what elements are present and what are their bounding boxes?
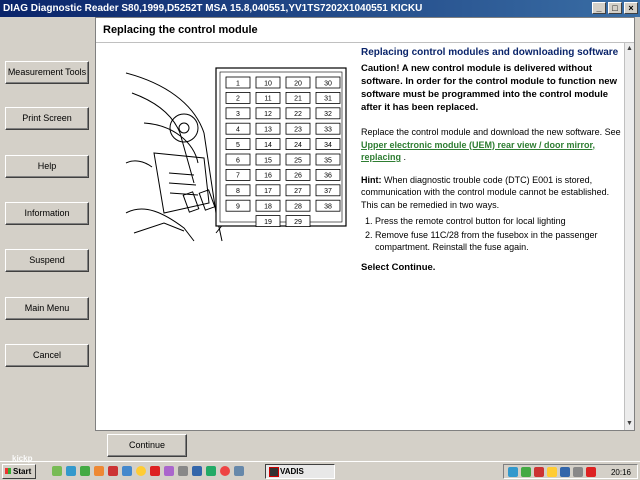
speaker-icon[interactable] xyxy=(573,467,583,477)
tray-icon[interactable] xyxy=(560,467,570,477)
fuse-label: 29 xyxy=(294,219,302,226)
system-tray: 20:16 xyxy=(503,464,638,479)
suspend-button[interactable]: Suspend xyxy=(5,249,89,272)
minimize-button[interactable]: _ xyxy=(592,2,606,14)
measurement-tools-button[interactable]: Measurement Tools xyxy=(5,61,89,84)
fuse-label: 6 xyxy=(236,157,240,164)
scroll-up-icon[interactable]: ▲ xyxy=(625,44,634,54)
window-title: DIAG Diagnostic Reader S80,1999,D5252T M… xyxy=(3,3,423,14)
fuse-label: 17 xyxy=(264,188,272,195)
quicklaunch-icon[interactable] xyxy=(122,466,132,476)
page-title: Replacing the control module xyxy=(96,18,634,43)
fuse-label: 26 xyxy=(294,173,302,180)
fuse-label: 5 xyxy=(236,142,240,149)
taskbar: Start VADIS 20:16 xyxy=(0,461,640,480)
scroll-down-icon[interactable]: ▼ xyxy=(625,419,634,429)
fuse-label: 28 xyxy=(294,204,302,211)
quicklaunch-icon[interactable] xyxy=(80,466,90,476)
fuse-label: 19 xyxy=(264,219,272,226)
print-screen-button[interactable]: Print Screen xyxy=(5,107,89,130)
quicklaunch-icon[interactable] xyxy=(108,466,118,476)
smiley-icon[interactable] xyxy=(136,466,146,476)
maximize-button[interactable]: □ xyxy=(608,2,622,14)
help-button[interactable]: Help xyxy=(5,155,89,178)
quicklaunch-icon[interactable] xyxy=(192,466,202,476)
main-menu-button[interactable]: Main Menu xyxy=(5,297,89,320)
tray-icon[interactable] xyxy=(521,467,531,477)
fuse-label: 22 xyxy=(294,111,302,118)
instructions-panel: Replacing control modules and downloadin… xyxy=(361,46,623,274)
fusebox-illustration: 1 10 20 30 2 11 21 31 3 12 22 32 4 13 23 33 5 14 24 34 6 15 25… xyxy=(125,67,347,242)
hint-text: When diagnostic trouble code (DTC) E001 … xyxy=(361,174,610,210)
fuse-label: 7 xyxy=(236,173,240,180)
fuse-label: 24 xyxy=(294,142,302,149)
quicklaunch-icon[interactable] xyxy=(234,466,244,476)
fuse-label: 1 xyxy=(236,80,240,87)
fuse-label: 9 xyxy=(236,204,240,211)
quicklaunch-icon[interactable] xyxy=(66,466,76,476)
start-button[interactable]: Start xyxy=(2,464,36,479)
caution-text: Caution! A new control module is deliver… xyxy=(361,63,617,113)
quicklaunch-icon[interactable] xyxy=(52,466,62,476)
clock: 20:16 xyxy=(610,468,631,477)
quicklaunch-icon[interactable] xyxy=(178,466,188,476)
quicklaunch-icon[interactable] xyxy=(164,466,174,476)
tray-icon[interactable] xyxy=(508,467,518,477)
vadis-task-button[interactable]: VADIS xyxy=(265,464,335,479)
fuse-label: 37 xyxy=(324,188,332,195)
watermark-text: kickp xyxy=(12,454,33,463)
select-continue-text: Select Continue. xyxy=(361,261,436,273)
fuse-label: 13 xyxy=(264,127,272,134)
fuse-label: 14 xyxy=(264,142,272,149)
cancel-button[interactable]: Cancel xyxy=(5,344,89,367)
fuse-label: 20 xyxy=(294,80,302,87)
information-button[interactable]: Information xyxy=(5,202,89,225)
replace-instructions: Replace the control module and download … xyxy=(361,126,623,164)
fuse-label: 38 xyxy=(324,204,332,211)
fuse-label: 4 xyxy=(236,127,240,134)
fuse-label: 32 xyxy=(324,111,332,118)
hint-block: Hint: When diagnostic trouble code (DTC)… xyxy=(361,174,623,212)
replace-text: Replace the control module and download … xyxy=(361,127,621,137)
quicklaunch-icon[interactable] xyxy=(150,466,160,476)
fuse-label: 33 xyxy=(324,127,332,134)
fuse-label: 23 xyxy=(294,127,302,134)
fuse-label: 25 xyxy=(294,157,302,164)
fuse-label: 35 xyxy=(324,157,332,164)
fuse-label: 21 xyxy=(294,96,302,103)
fuse-label: 18 xyxy=(264,204,272,211)
fuse-label: 34 xyxy=(324,142,332,149)
vertical-scrollbar[interactable]: ▲ ▼ xyxy=(624,43,634,430)
fuse-label: 10 xyxy=(264,80,272,87)
chrome-icon[interactable] xyxy=(220,466,230,476)
fuse-label: 3 xyxy=(236,111,240,118)
fuse-label: 15 xyxy=(264,157,272,164)
fuse-label: 16 xyxy=(264,173,272,180)
tray-icon[interactable] xyxy=(586,467,596,477)
tray-icon[interactable] xyxy=(534,467,544,477)
continue-button[interactable]: Continue xyxy=(107,434,187,457)
window-title-bar: DIAG Diagnostic Reader S80,1999,D5252T M… xyxy=(0,0,640,17)
close-button[interactable]: × xyxy=(624,2,638,14)
hint-label: Hint: xyxy=(361,174,382,185)
fuse-label: 30 xyxy=(324,80,332,87)
fuse-label: 11 xyxy=(264,96,271,103)
uem-replacing-link[interactable]: Upper electronic module (UEM) rear view … xyxy=(361,140,595,163)
fuse-label: 8 xyxy=(236,188,240,195)
section-heading: Replacing control modules and downloadin… xyxy=(361,47,619,58)
tray-icon[interactable] xyxy=(547,467,557,477)
quicklaunch-icon[interactable] xyxy=(206,466,216,476)
fuse-label: 27 xyxy=(294,188,302,195)
fuse-label: 12 xyxy=(264,111,272,118)
fuse-label: 31 xyxy=(324,96,332,103)
list-item: Remove fuse 11C/28 from the fusebox in t… xyxy=(375,229,623,254)
remedy-steps: Press the remote control button for loca… xyxy=(375,215,623,254)
replace-suffix: . xyxy=(403,152,407,162)
main-panel: Replacing the control module 1 10 20 30 2 11 2… xyxy=(95,17,635,431)
quicklaunch-icon[interactable] xyxy=(94,466,104,476)
list-item: Press the remote control button for loca… xyxy=(375,215,623,228)
fuse-label: 36 xyxy=(324,173,332,180)
fuse-label: 2 xyxy=(236,96,240,103)
